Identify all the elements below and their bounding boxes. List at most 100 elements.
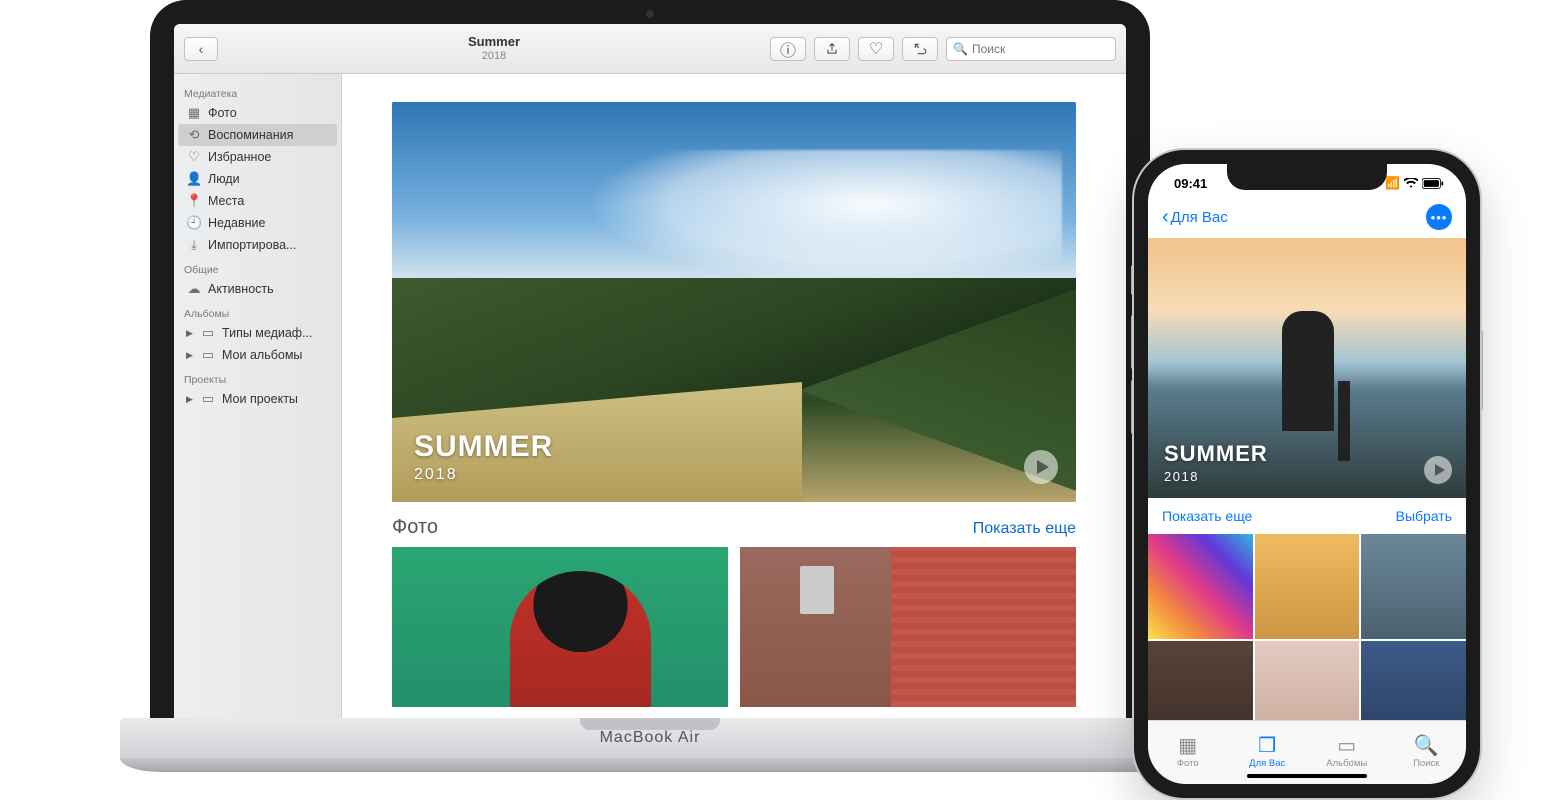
hero-caption-mobile: SUMMER 2018 [1164,441,1268,484]
info-button[interactable]: ⓘ [770,37,806,61]
wifi-icon [1404,178,1418,189]
sidebar-item-people[interactable]: 👤 Люди [174,168,341,190]
title-main: Summer [226,35,762,49]
sidebar-item-label: Люди [208,172,240,186]
sidebar-item-photos[interactable]: ▦ Фото [174,102,341,124]
iphone-screen: 09:41 📶 ‹ Для Вас ••• [1148,164,1466,784]
window-title: Summer 2018 [226,35,762,61]
photo-grid [1148,534,1466,720]
toolbar: ‹ Summer 2018 ⓘ ♡ 🔍 [174,24,1126,74]
sidebar-item-mediatypes[interactable]: ▶ ▭ Типы медиаф... [174,322,341,344]
rotate-icon [913,42,927,56]
disclosure-triangle-icon[interactable]: ▶ [186,328,194,339]
folder-icon: ▭ [200,347,216,363]
sidebar-item-myprojects[interactable]: ▶ ▭ Мои проекты [174,388,341,410]
nav-back-label: Для Вас [1171,209,1228,226]
show-more-link[interactable]: Показать еще [973,520,1076,538]
sidebar-item-memories[interactable]: ⟲ Воспоминания [178,124,337,146]
sidebar-item-label: Активность [208,282,274,296]
sidebar-item-label: Места [208,194,244,208]
hero-cloud [584,150,1063,286]
hero-subtitle: 2018 [414,466,553,484]
photo-tile[interactable] [1255,534,1360,639]
sidebar-item-favorites[interactable]: ♡ Избранное [174,146,341,168]
share-button[interactable] [814,37,850,61]
sidebar-item-myalbums[interactable]: ▶ ▭ Мои альбомы [174,344,341,366]
photo-thumbnail[interactable] [392,547,728,707]
back-button[interactable]: ‹ [184,37,218,61]
tab-search[interactable]: 🔍 Поиск [1387,721,1467,784]
iphone-body: 09:41 📶 ‹ Для Вас ••• [1134,150,1480,798]
macbook-device: ‹ Summer 2018 ⓘ ♡ 🔍 [120,0,1180,790]
status-icons: 📶 [1385,176,1444,190]
home-indicator[interactable] [1247,774,1367,778]
sidebar-header-library: Медиатека [174,80,341,102]
tab-label: Поиск [1413,758,1439,769]
search-tab-icon: 🔍 [1414,736,1439,756]
more-button[interactable]: ••• [1426,204,1452,230]
sidebar-item-imported[interactable]: ⤓ Импортирова... [174,234,341,256]
favorite-button[interactable]: ♡ [858,37,894,61]
hero-subtitle-mobile: 2018 [1164,469,1268,484]
hero-title: SUMMER [414,432,553,462]
search-icon: 🔍 [953,42,968,56]
disclosure-triangle-icon[interactable]: ▶ [186,394,194,405]
search-input[interactable] [972,42,1109,56]
sidebar-item-label: Мои проекты [222,392,298,406]
photo-tile[interactable] [1148,534,1253,639]
side-button [1480,330,1483,410]
search-field[interactable]: 🔍 [946,37,1116,61]
thumbnail-row [392,547,1076,707]
sidebar-header-shared: Общие [174,256,341,278]
main-content: SUMMER 2018 Фото Показать еще [342,74,1126,720]
disclosure-triangle-icon[interactable]: ▶ [186,350,194,361]
sidebar-item-label: Мои альбомы [222,348,302,362]
info-icon: ⓘ [780,37,796,61]
sidebar-item-recent[interactable]: 🕘 Недавние [174,212,341,234]
photos-app-window: ‹ Summer 2018 ⓘ ♡ 🔍 [174,24,1126,720]
rotate-button[interactable] [902,37,938,61]
chevron-left-icon: ‹ [1162,206,1169,229]
photo-thumbnail[interactable] [740,547,1076,707]
tab-label: Альбомы [1326,758,1367,769]
iphone-notch [1227,164,1387,190]
nav-back-button[interactable]: ‹ Для Вас [1162,206,1228,229]
memories-icon: ⟲ [186,127,202,143]
hero-figure [1282,311,1334,431]
status-time: 09:41 [1174,176,1207,191]
ellipsis-icon: ••• [1431,210,1448,225]
sidebar-item-places[interactable]: 📍 Места [174,190,341,212]
sidebar-item-activity[interactable]: ☁ Активность [174,278,341,300]
memory-hero-mobile[interactable]: SUMMER 2018 [1148,238,1466,498]
tab-label: Фото [1177,758,1199,769]
play-button-mobile[interactable] [1424,456,1452,484]
photos-tab-icon: ▦ [1178,736,1197,756]
macbook-base: MacBook Air [120,718,1180,790]
clock-icon: 🕘 [186,215,202,231]
photo-tile[interactable] [1361,534,1466,639]
photo-tile[interactable] [1255,641,1360,720]
cellular-icon: 📶 [1385,176,1400,190]
title-sub: 2018 [226,50,762,62]
select-link[interactable]: Выбрать [1396,508,1452,524]
sidebar-item-label: Избранное [208,150,271,164]
tab-photos[interactable]: ▦ Фото [1148,721,1228,784]
heart-icon: ♡ [869,39,883,59]
macbook-edge [120,758,1180,772]
sidebar-item-label: Фото [208,106,237,120]
macbook-bezel: ‹ Summer 2018 ⓘ ♡ 🔍 [150,0,1150,720]
battery-icon [1422,178,1444,189]
show-more-link-mobile[interactable]: Показать еще [1162,508,1252,524]
sidebar-header-projects: Проекты [174,366,341,388]
photo-tile[interactable] [1148,641,1253,720]
heart-icon: ♡ [186,149,202,165]
sidebar-header-albums: Альбомы [174,300,341,322]
cloud-icon: ☁ [186,281,202,297]
memory-hero[interactable]: SUMMER 2018 [392,102,1076,502]
sidebar-item-label: Типы медиаф... [222,326,313,340]
action-row: Показать еще Выбрать [1148,498,1466,534]
iphone-device: 09:41 📶 ‹ Для Вас ••• [1134,150,1480,798]
play-button[interactable] [1024,450,1058,484]
hero-title-mobile: SUMMER [1164,441,1268,467]
photo-tile[interactable] [1361,641,1466,720]
